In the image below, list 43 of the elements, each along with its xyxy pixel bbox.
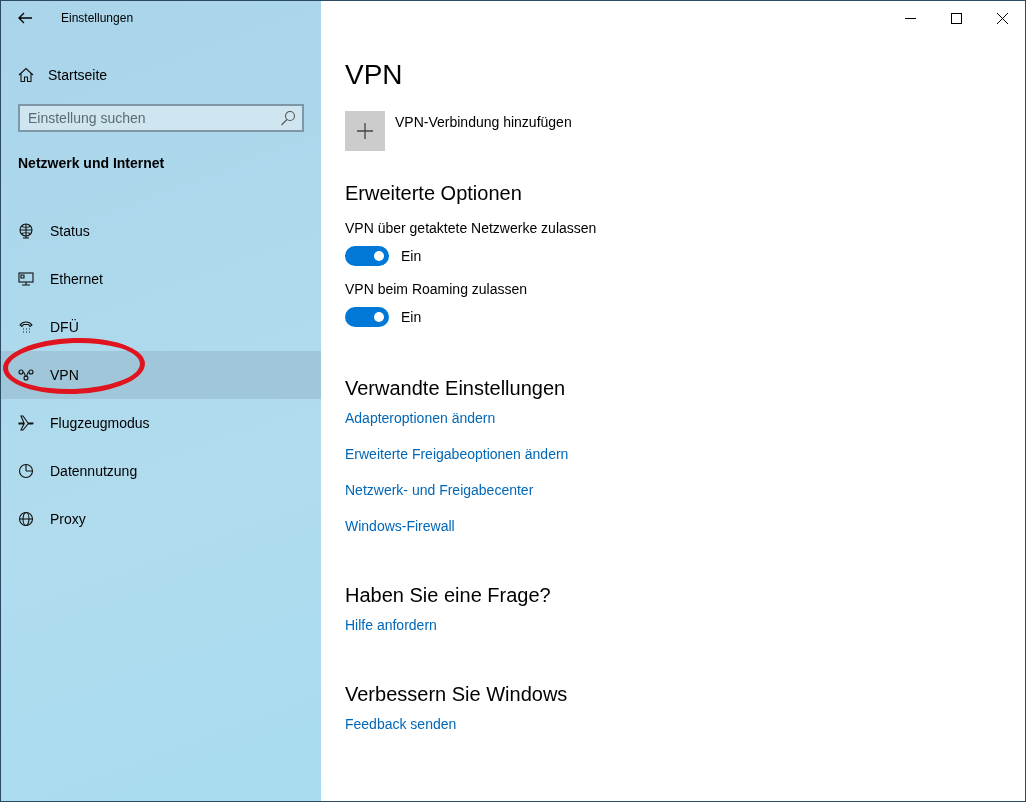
maximize-icon: [950, 12, 962, 24]
close-icon: [996, 12, 1008, 24]
settings-link[interactable]: Netzwerk- und Freigabecenter: [345, 482, 534, 498]
home-icon[interactable]: [18, 67, 34, 83]
toggle-label: VPN über getaktete Netzwerke zulassen: [345, 220, 598, 236]
search-icon[interactable]: [280, 110, 296, 126]
status-icon: [18, 223, 34, 239]
airplane-icon: [18, 415, 34, 431]
toggle-state: Ein: [401, 248, 422, 264]
ethernet-icon: [18, 271, 34, 287]
nav-item[interactable]: Datennutzung: [1, 447, 321, 495]
section-heading: Haben Sie eine Frage?: [345, 584, 552, 607]
home-link[interactable]: Startseite: [48, 67, 108, 83]
nav-item[interactable]: Status: [1, 207, 321, 255]
nav-item[interactable]: VPN: [1, 351, 321, 399]
vpn-icon: [18, 367, 34, 383]
settings-link[interactable]: Windows-Firewall: [345, 518, 455, 534]
section-heading: Verwandte Einstellungen: [345, 377, 567, 400]
data-icon: [18, 463, 34, 479]
section-heading: Erweiterte Optionen: [345, 182, 523, 205]
settings-link[interactable]: Erweiterte Freigabeoptionen ändern: [345, 446, 569, 462]
plus-icon: [356, 122, 374, 140]
toggle-switch[interactable]: [345, 246, 389, 266]
window-title: Einstellungen: [61, 11, 134, 25]
settings-link[interactable]: Feedback senden: [345, 716, 457, 732]
search-field[interactable]: Einstellung suchen: [18, 104, 304, 132]
toggle-label: VPN beim Roaming zulassen: [345, 281, 529, 297]
add-button[interactable]: [345, 111, 385, 151]
page-title: VPN: [345, 59, 404, 91]
add-connection-label[interactable]: VPN-Verbindung hinzufügen: [395, 114, 572, 130]
nav-item[interactable]: Proxy: [1, 495, 321, 543]
toggle-switch[interactable]: [345, 307, 389, 327]
nav-item[interactable]: Flugzeugmodus: [1, 399, 321, 447]
settings-link[interactable]: Hilfe anfordern: [345, 617, 437, 633]
nav-item[interactable]: Ethernet: [1, 255, 321, 303]
section-heading: Verbessern Sie Windows: [345, 683, 569, 706]
dialup-icon: [18, 319, 34, 335]
nav-item[interactable]: DFÜ: [1, 303, 321, 351]
proxy-icon: [18, 511, 34, 527]
back-arrow-icon[interactable]: [17, 10, 33, 26]
settings-link[interactable]: Adapteroptionen ändern: [345, 410, 496, 426]
toggle-state: Ein: [401, 309, 422, 325]
category-heading: Netzwerk und Internet: [18, 155, 166, 171]
